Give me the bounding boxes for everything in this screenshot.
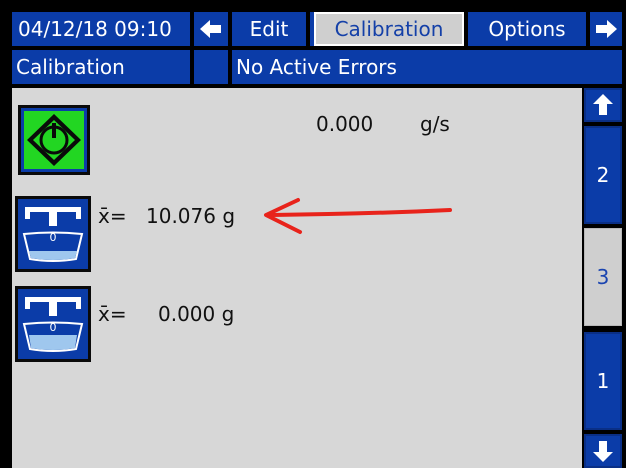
reading-1-label: x̄= <box>98 204 127 228</box>
screen-name-text: Calibration <box>16 55 125 79</box>
page-button-3-label: 3 <box>596 265 610 289</box>
scale-button-2[interactable]: 0 <box>15 286 91 362</box>
flow-rate-value: 0.000 <box>316 112 374 136</box>
status-indicator <box>194 50 228 84</box>
tab-calibration-label: Calibration <box>334 17 444 41</box>
page-button-2-label: 2 <box>596 163 610 187</box>
display-screen: 04/12/18 09:10 Edit Calibration Options … <box>0 0 626 468</box>
reading-2-label: x̄= <box>98 302 127 326</box>
arrow-right-icon <box>596 20 617 38</box>
arrow-down-icon <box>593 441 613 462</box>
arrow-up-icon <box>593 94 613 115</box>
tab-edit-label: Edit <box>249 17 289 41</box>
tab-options-label: Options <box>488 17 566 41</box>
arrow-left-icon <box>200 20 221 38</box>
start-diamond-icon <box>24 111 84 169</box>
prev-screen-button[interactable] <box>194 12 228 46</box>
error-status-bar: No Active Errors <box>232 50 622 84</box>
page-button-3[interactable]: 3 <box>584 228 622 326</box>
flow-rate-unit: g/s <box>420 112 450 136</box>
error-status-text: No Active Errors <box>236 55 397 79</box>
screen-name-bar: Calibration <box>12 50 190 84</box>
scroll-down-button[interactable] <box>584 434 622 468</box>
tab-options[interactable]: Options <box>468 12 586 46</box>
tab-edit[interactable]: Edit <box>232 12 306 46</box>
page-button-2[interactable]: 2 <box>584 126 622 224</box>
scale-button-1[interactable]: 0 <box>15 196 91 272</box>
page-button-1[interactable]: 1 <box>584 332 622 430</box>
scroll-up-button[interactable] <box>584 88 622 122</box>
next-screen-button[interactable] <box>590 12 622 46</box>
datetime-text: 04/12/18 09:10 <box>18 17 172 41</box>
scale-icon: 0 <box>22 297 84 352</box>
reading-1-value: 10.076 g <box>146 204 236 228</box>
reading-2-value: 0.000 g <box>158 302 235 326</box>
start-calibration-button[interactable] <box>18 105 90 175</box>
tab-calibration[interactable]: Calibration <box>314 12 464 46</box>
datetime-display: 04/12/18 09:10 <box>12 12 190 46</box>
annotation-arrow-icon <box>264 198 452 234</box>
calibration-panel <box>12 88 582 468</box>
page-button-1-label: 1 <box>596 369 610 393</box>
scale-icon: 0 <box>22 207 84 262</box>
